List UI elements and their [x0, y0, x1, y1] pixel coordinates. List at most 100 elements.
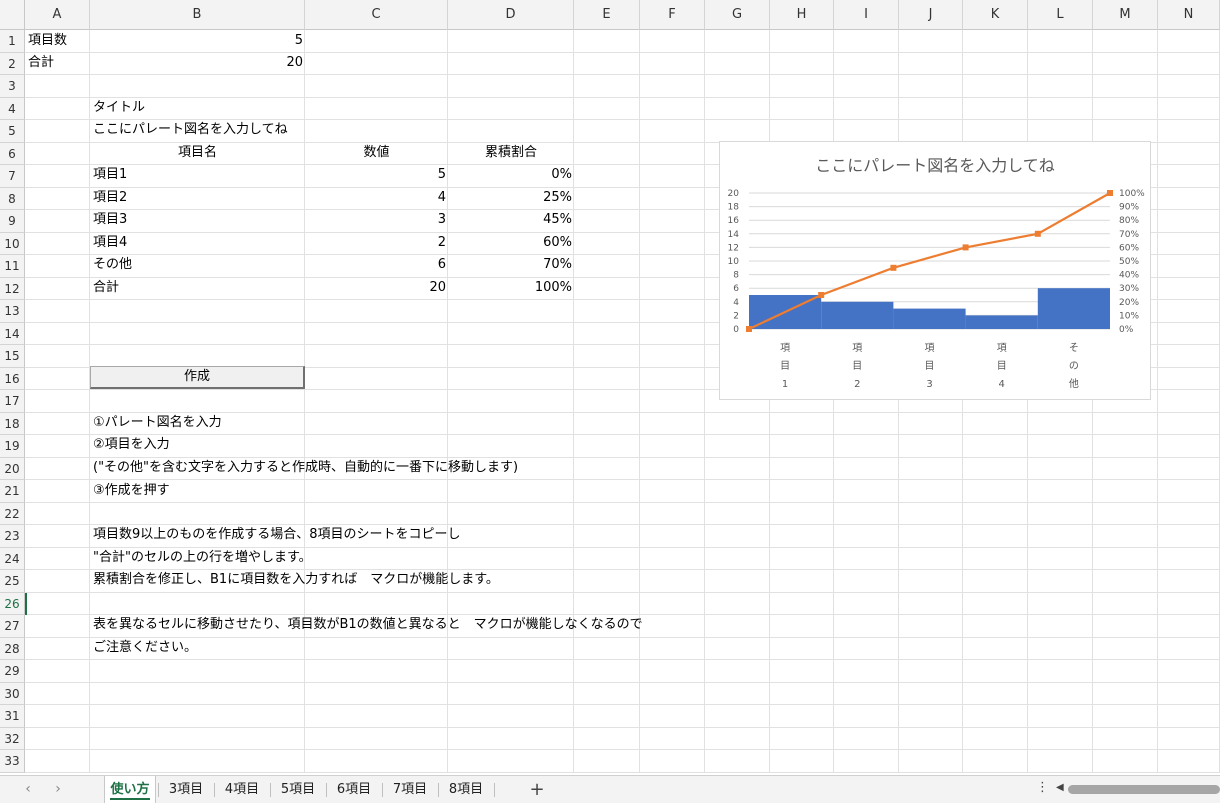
grid-cell[interactable] — [963, 615, 1028, 638]
grid-cell[interactable] — [899, 660, 963, 683]
grid-cell[interactable] — [574, 165, 640, 188]
grid-cell[interactable] — [574, 322, 640, 345]
row-header-18[interactable]: 18 — [0, 412, 25, 435]
grid-cell[interactable] — [574, 592, 640, 615]
grid-cell[interactable] — [90, 705, 305, 728]
grid-cell[interactable] — [1158, 412, 1220, 435]
grid-cell[interactable] — [448, 705, 574, 728]
row-header-6[interactable]: 6 — [0, 142, 25, 165]
grid-cell[interactable] — [834, 660, 899, 683]
grid-cell[interactable] — [1093, 412, 1158, 435]
grid-cell[interactable] — [25, 412, 90, 435]
grid-cell[interactable] — [705, 480, 770, 503]
grid-cell[interactable] — [1093, 705, 1158, 728]
grid-cell[interactable] — [25, 547, 90, 570]
grid-cell[interactable] — [25, 277, 90, 300]
grid-cell[interactable] — [574, 750, 640, 773]
grid-cell[interactable] — [305, 547, 448, 570]
grid-cell[interactable] — [574, 727, 640, 750]
row-header-8[interactable]: 8 — [0, 187, 25, 210]
grid-cell[interactable] — [770, 97, 834, 120]
header-value[interactable]: 数値 — [305, 142, 448, 164]
cell-b9[interactable]: 項目3 — [93, 209, 127, 231]
grid-cell[interactable] — [770, 682, 834, 705]
grid-cell[interactable] — [899, 502, 963, 525]
grid-cell[interactable] — [705, 615, 770, 638]
grid-cell[interactable] — [899, 97, 963, 120]
grid-cell[interactable] — [705, 547, 770, 570]
grid-cell[interactable] — [640, 412, 705, 435]
grid-cell[interactable] — [574, 52, 640, 75]
grid-cell[interactable] — [963, 502, 1028, 525]
grid-cell[interactable] — [25, 615, 90, 638]
instruction-warning-1[interactable]: 表を異なるセルに移動させたり、項目数がB1の数値と異なると マクロが機能しなくな… — [93, 614, 643, 636]
grid-cell[interactable] — [305, 75, 448, 98]
grid-cell[interactable] — [1028, 615, 1093, 638]
chevron-left-icon[interactable]: ‹ — [18, 781, 38, 797]
grid-cell[interactable] — [705, 30, 770, 53]
cell-b11[interactable]: その他 — [93, 254, 132, 276]
grid-cell[interactable] — [25, 592, 90, 615]
grid-cell[interactable] — [705, 52, 770, 75]
row-header-12[interactable]: 12 — [0, 277, 25, 300]
grid-cell[interactable] — [574, 367, 640, 390]
grid-cell[interactable] — [834, 120, 899, 143]
grid-cell[interactable] — [448, 480, 574, 503]
grid-cell[interactable] — [1158, 322, 1220, 345]
column-header-g[interactable]: G — [705, 0, 770, 30]
grid-cell[interactable] — [25, 435, 90, 458]
grid-cell[interactable] — [1158, 592, 1220, 615]
grid-cell[interactable] — [25, 457, 90, 480]
grid-cell[interactable] — [834, 457, 899, 480]
grid-cell[interactable] — [640, 300, 705, 323]
grid-cell[interactable] — [1158, 570, 1220, 593]
grid-cell[interactable] — [1028, 120, 1093, 143]
grid-cell[interactable] — [25, 300, 90, 323]
grid-cell[interactable] — [770, 457, 834, 480]
grid-cell[interactable] — [305, 52, 448, 75]
grid-cell[interactable] — [574, 570, 640, 593]
grid-cell[interactable] — [1093, 435, 1158, 458]
row-header-27[interactable]: 27 — [0, 615, 25, 638]
grid-cell[interactable] — [899, 615, 963, 638]
header-item-name[interactable]: 項目名 — [90, 142, 305, 164]
grid-cell[interactable] — [640, 592, 705, 615]
instruction-9plus-1[interactable]: 項目数9以上のものを作成する場合、8項目のシートをコピーし — [93, 524, 461, 546]
grid-cell[interactable] — [640, 525, 705, 548]
grid-cell[interactable] — [90, 660, 305, 683]
column-header-f[interactable]: F — [640, 0, 705, 30]
grid-cell[interactable] — [25, 210, 90, 233]
grid-cell[interactable] — [640, 345, 705, 368]
grid-cell[interactable] — [834, 97, 899, 120]
grid-cell[interactable] — [899, 682, 963, 705]
grid-cell[interactable] — [574, 120, 640, 143]
grid-cell[interactable] — [770, 30, 834, 53]
select-all-corner[interactable] — [0, 0, 25, 30]
grid-cell[interactable] — [1158, 435, 1220, 458]
grid-cell[interactable] — [90, 345, 305, 368]
grid-cell[interactable] — [834, 30, 899, 53]
instruction-warning-2[interactable]: ご注意ください。 — [93, 637, 197, 659]
grid-cell[interactable] — [1093, 637, 1158, 660]
grid-cell[interactable] — [899, 637, 963, 660]
grid-cell[interactable] — [25, 120, 90, 143]
grid-cell[interactable] — [899, 52, 963, 75]
grid-cell[interactable] — [574, 187, 640, 210]
row-header-25[interactable]: 25 — [0, 570, 25, 593]
grid-cell[interactable] — [705, 660, 770, 683]
grid-cell[interactable] — [899, 75, 963, 98]
grid-cell[interactable] — [1093, 52, 1158, 75]
grid-cell[interactable] — [1158, 705, 1220, 728]
grid-cell[interactable] — [834, 412, 899, 435]
cell-b12[interactable]: 合計 — [93, 277, 119, 299]
cell-b8[interactable]: 項目2 — [93, 187, 127, 209]
grid-cell[interactable] — [899, 120, 963, 143]
grid-cell[interactable] — [705, 682, 770, 705]
grid-cell[interactable] — [1028, 412, 1093, 435]
grid-cell[interactable] — [770, 75, 834, 98]
cell-b5[interactable]: ここにパレート図名を入力してね — [93, 119, 288, 141]
grid-cell[interactable] — [448, 345, 574, 368]
grid-cell[interactable] — [705, 75, 770, 98]
grid-cell[interactable] — [640, 727, 705, 750]
column-header-i[interactable]: I — [834, 0, 899, 30]
